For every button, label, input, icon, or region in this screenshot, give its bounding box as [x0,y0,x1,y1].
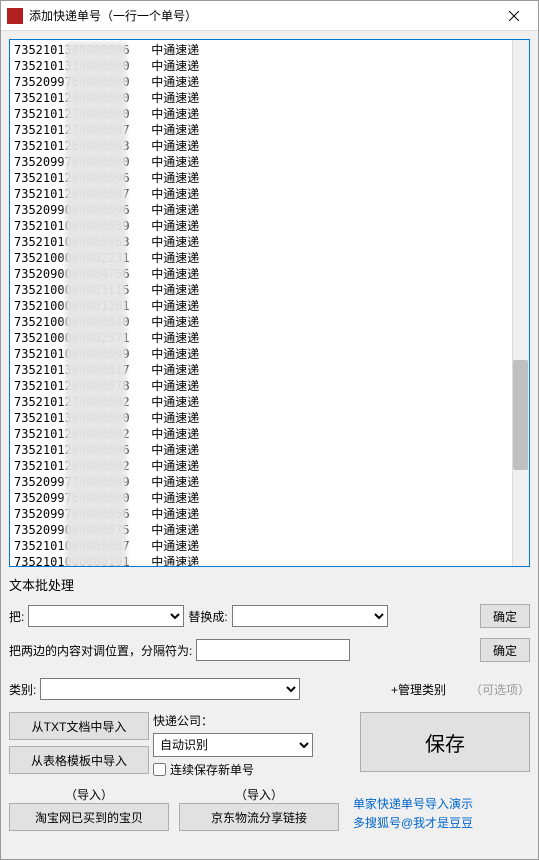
replace-from-combo[interactable] [28,605,184,627]
import-from-txt-button[interactable]: 从TXT文档中导入 [9,712,149,740]
batch-section-label: 文本批处理 [9,575,530,594]
help-link-2[interactable]: 多搜狐号@我才是豆豆 [353,814,473,831]
help-links: 单家快递单号导入演示 多搜狐号@我才是豆豆 [353,795,473,831]
continuous-save-checkbox-wrap[interactable]: 连续保存新单号 [153,761,356,778]
titlebar: 添加快递单号（一行一个单号） [1,1,538,31]
jd-import-label: （导入） [235,786,283,803]
replace-row: 把: 替换成: 确定 [9,604,530,628]
swap-row: 把两边的内容对调位置，分隔符为: 确定 [9,638,530,662]
courier-column: 快递公司： 自动识别 连续保存新单号 [153,712,356,778]
swap-delimiter-input[interactable] [196,639,350,661]
continuous-save-label: 连续保存新单号 [170,761,254,778]
scroll-thumb[interactable] [513,360,528,470]
import-buttons-column: 从TXT文档中导入 从表格模板中导入 [9,712,149,774]
courier-company-label: 快递公司： [153,712,356,729]
category-label: 类别: [9,681,36,698]
redaction-overlay [65,42,127,567]
replace-to-label: 替换成: [188,608,227,625]
taobao-import-label: （导入） [65,786,113,803]
dialog-window: 添加快递单号（一行一个单号） 7352101300000006 中通速递 735… [0,0,539,860]
replace-to-combo[interactable] [232,605,388,627]
courier-company-combo[interactable]: 自动识别 [153,733,313,757]
jd-import-group: （导入） 京东物流分享链接 [179,786,339,831]
bottom-section: 从TXT文档中导入 从表格模板中导入 快递公司： 自动识别 连续保存新单号 保存 [9,712,530,778]
manage-category-link[interactable]: +管理类别 [391,681,446,698]
app-icon [7,8,23,24]
close-button[interactable] [492,2,536,30]
save-button[interactable]: 保存 [360,712,530,772]
category-row: 类别: +管理类别 （可选项） [9,678,530,700]
category-combo[interactable] [40,678,300,700]
swap-confirm-button[interactable]: 确定 [480,638,530,662]
window-title: 添加快递单号（一行一个单号） [29,7,492,24]
replace-from-label: 把: [9,608,24,625]
last-row: （导入） 淘宝网已买到的宝贝 （导入） 京东物流分享链接 单家快递单号导入演示 … [9,786,530,831]
replace-confirm-button[interactable]: 确定 [480,604,530,628]
close-icon [509,11,519,21]
tracking-numbers-textarea[interactable]: 7352101300000006 中通速递 7352101310000000 中… [9,39,530,567]
continuous-save-checkbox[interactable] [153,763,166,776]
taobao-import-group: （导入） 淘宝网已买到的宝贝 [9,786,169,831]
taobao-import-button[interactable]: 淘宝网已买到的宝贝 [9,803,169,831]
content-area: 7352101300000006 中通速递 7352101310000000 中… [1,31,538,859]
swap-label: 把两边的内容对调位置，分隔符为: [9,642,192,659]
optional-label: （可选项） [470,681,530,698]
import-from-template-button[interactable]: 从表格模板中导入 [9,746,149,774]
vertical-scrollbar[interactable] [512,40,529,566]
help-link-1[interactable]: 单家快递单号导入演示 [353,795,473,812]
jd-import-button[interactable]: 京东物流分享链接 [179,803,339,831]
